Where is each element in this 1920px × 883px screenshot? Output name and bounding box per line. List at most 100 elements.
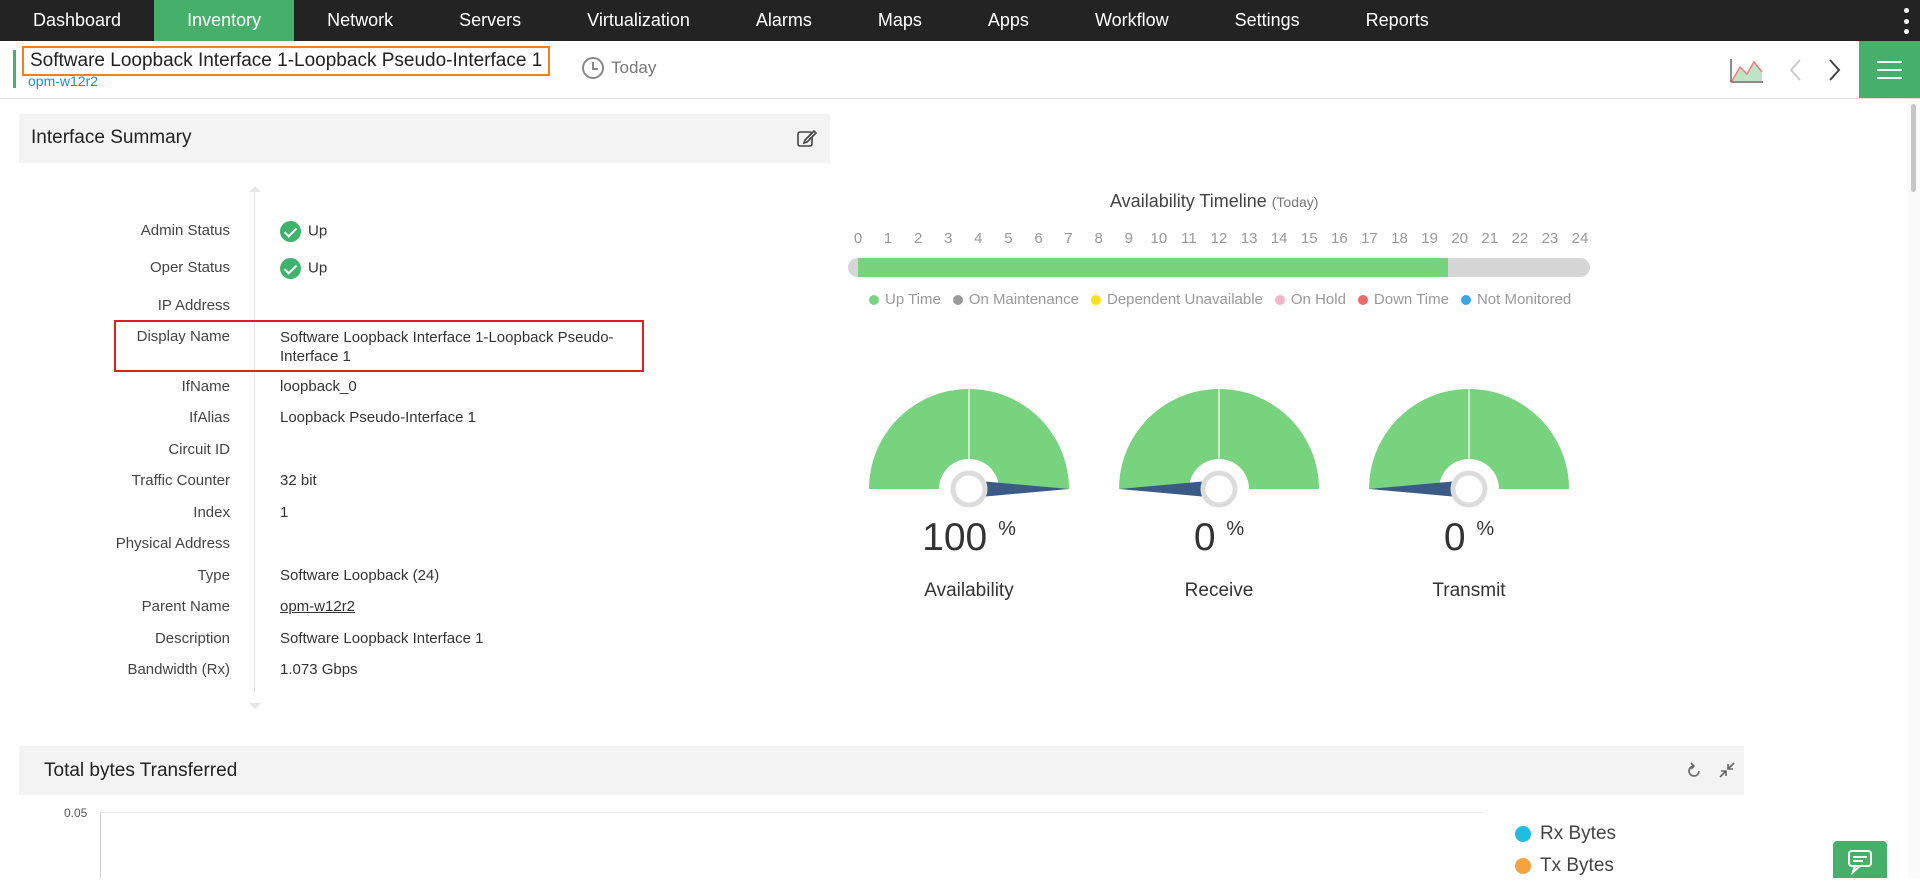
timeline-hour-label: 23 <box>1541 230 1559 247</box>
more-options-icon[interactable] <box>1904 8 1910 34</box>
field-value: loopback_0 <box>280 378 357 395</box>
timeline-hour-label: 13 <box>1240 230 1258 247</box>
period-selector[interactable]: Today <box>582 57 656 79</box>
legend-label: On Maintenance <box>968 291 1079 308</box>
chevron-right-icon[interactable] <box>1824 57 1844 83</box>
header-accent-bar <box>13 50 16 88</box>
collapse-icon[interactable] <box>1719 762 1735 778</box>
gauge-number: 0 <box>1193 516 1216 559</box>
nav-item-apps[interactable]: Apps <box>955 0 1062 41</box>
field-label: Description <box>154 630 230 647</box>
legend-item[interactable]: Dependent Unavailable <box>1090 291 1263 308</box>
timeline-hour-label: 24 <box>1571 230 1589 247</box>
field-value: Software Loopback (24) <box>280 567 440 584</box>
legend-item[interactable]: Up Time <box>869 291 941 308</box>
legend-label: Tx Bytes <box>1540 855 1614 876</box>
gauge-unit: % <box>1226 518 1245 540</box>
legend-label: Not Monitored <box>1476 291 1572 308</box>
field-label: Admin Status <box>140 222 230 239</box>
gauge-label: Availability <box>924 580 1014 601</box>
legend-item[interactable]: Not Monitored <box>1460 291 1572 308</box>
legend-item[interactable]: On Maintenance <box>952 291 1079 308</box>
scroll-down-icon[interactable] <box>249 703 261 709</box>
gauge-unit: % <box>998 518 1016 540</box>
status-text: Up <box>308 222 328 240</box>
gauge-dial <box>1119 389 1319 508</box>
bytes-legend: Rx Bytes Tx Bytes <box>1515 818 1616 882</box>
timeline-hour-label: 5 <box>1004 230 1013 247</box>
timeline-hour-label: 0 <box>853 230 863 247</box>
device-link[interactable]: opm-w12r2 <box>28 73 98 89</box>
chat-icon <box>1848 850 1872 876</box>
nav-item-settings[interactable]: Settings <box>1202 0 1333 41</box>
gauge-hub <box>1450 470 1488 508</box>
uptime-segment[interactable] <box>858 258 1448 277</box>
refresh-icon[interactable] <box>1685 762 1703 780</box>
field-value: Up <box>280 258 327 279</box>
nav-item-alarms[interactable]: Alarms <box>723 0 845 41</box>
timeline-bar[interactable] <box>848 258 1590 277</box>
field-label: Physical Address <box>115 535 230 552</box>
legend-dot-icon <box>1460 294 1471 305</box>
timeline-legend: Up Time On Maintenance Dependent Unavailab… <box>869 291 1583 308</box>
legend-item[interactable]: Tx Bytes <box>1515 850 1616 882</box>
field-label: IfName <box>181 378 230 395</box>
timeline-hour-label: 22 <box>1511 230 1529 247</box>
field-label: Circuit ID <box>168 441 230 458</box>
scrollbar-track[interactable] <box>1908 100 1920 878</box>
field-label: Oper Status <box>149 259 230 276</box>
hamburger-menu-button[interactable] <box>1859 41 1920 98</box>
period-label: Today <box>611 58 657 77</box>
gauge-number: 0 <box>1443 516 1466 559</box>
gauge-unit: % <box>1476 518 1495 540</box>
gauge-hub <box>1200 470 1238 508</box>
field-label: Index <box>193 504 230 521</box>
summary-divider <box>254 192 255 692</box>
timeline-hour-label: 1 <box>883 230 893 247</box>
gauge-value: 0 % <box>1364 516 1574 560</box>
parent-name-link[interactable]: opm-w12r2 <box>280 598 355 615</box>
timeline-hour-label: 15 <box>1300 230 1318 247</box>
timeline-hour-label: 9 <box>1124 230 1133 247</box>
field-label: IP Address <box>157 297 230 314</box>
scrollbar-thumb[interactable] <box>1911 104 1916 192</box>
nav-item-reports[interactable]: Reports <box>1333 0 1462 41</box>
status-up-icon <box>280 258 301 279</box>
page-header: Software Loopback Interface 1-Loopback P… <box>0 41 1920 99</box>
gauge-availability: 100 % Availability <box>864 386 1074 606</box>
field-value: Software Loopback Interface 1 <box>280 630 484 647</box>
nav-item-dashboard[interactable]: Dashboard <box>0 0 154 41</box>
edit-icon[interactable] <box>796 127 818 149</box>
chart-y-axis <box>100 812 101 878</box>
timeline-hour-label: 3 <box>944 230 953 247</box>
legend-dot-icon <box>952 294 963 305</box>
legend-label: Down Time <box>1373 291 1449 308</box>
legend-dot-icon <box>1515 858 1531 874</box>
scroll-up-icon[interactable] <box>249 186 261 192</box>
nav-item-virtualization[interactable]: Virtualization <box>554 0 723 41</box>
timeline-hour-label: 17 <box>1361 230 1378 247</box>
nav-item-network[interactable]: Network <box>294 0 426 41</box>
legend-item[interactable]: On Hold <box>1274 291 1346 308</box>
chart-icon[interactable] <box>1730 57 1764 83</box>
status-text: Up <box>308 259 328 277</box>
legend-dot-icon <box>1274 294 1285 305</box>
chat-button[interactable] <box>1833 841 1887 878</box>
timeline-qualifier: (Today) <box>1271 194 1319 210</box>
nav-item-inventory[interactable]: Inventory <box>154 0 295 41</box>
gauge-label: Receive <box>1184 580 1254 601</box>
legend-dot-icon <box>1090 294 1101 305</box>
field-label: IfAlias <box>189 409 230 426</box>
field-value: 32 bit <box>280 472 317 489</box>
nav-item-workflow[interactable]: Workflow <box>1062 0 1202 41</box>
timeline-hour-label: 21 <box>1481 230 1499 247</box>
timeline-hour-label: 18 <box>1391 230 1408 247</box>
chevron-left-icon[interactable] <box>1786 57 1806 83</box>
gauge-receive: 0 % Receive <box>1114 386 1324 606</box>
nav-item-servers[interactable]: Servers <box>426 0 554 41</box>
nav-item-maps[interactable]: Maps <box>845 0 955 41</box>
field-value: Loopback Pseudo-Interface 1 <box>280 409 476 426</box>
legend-item[interactable]: Down Time <box>1357 291 1449 308</box>
legend-item[interactable]: Rx Bytes <box>1515 818 1616 850</box>
gauge-dial <box>1369 389 1569 508</box>
